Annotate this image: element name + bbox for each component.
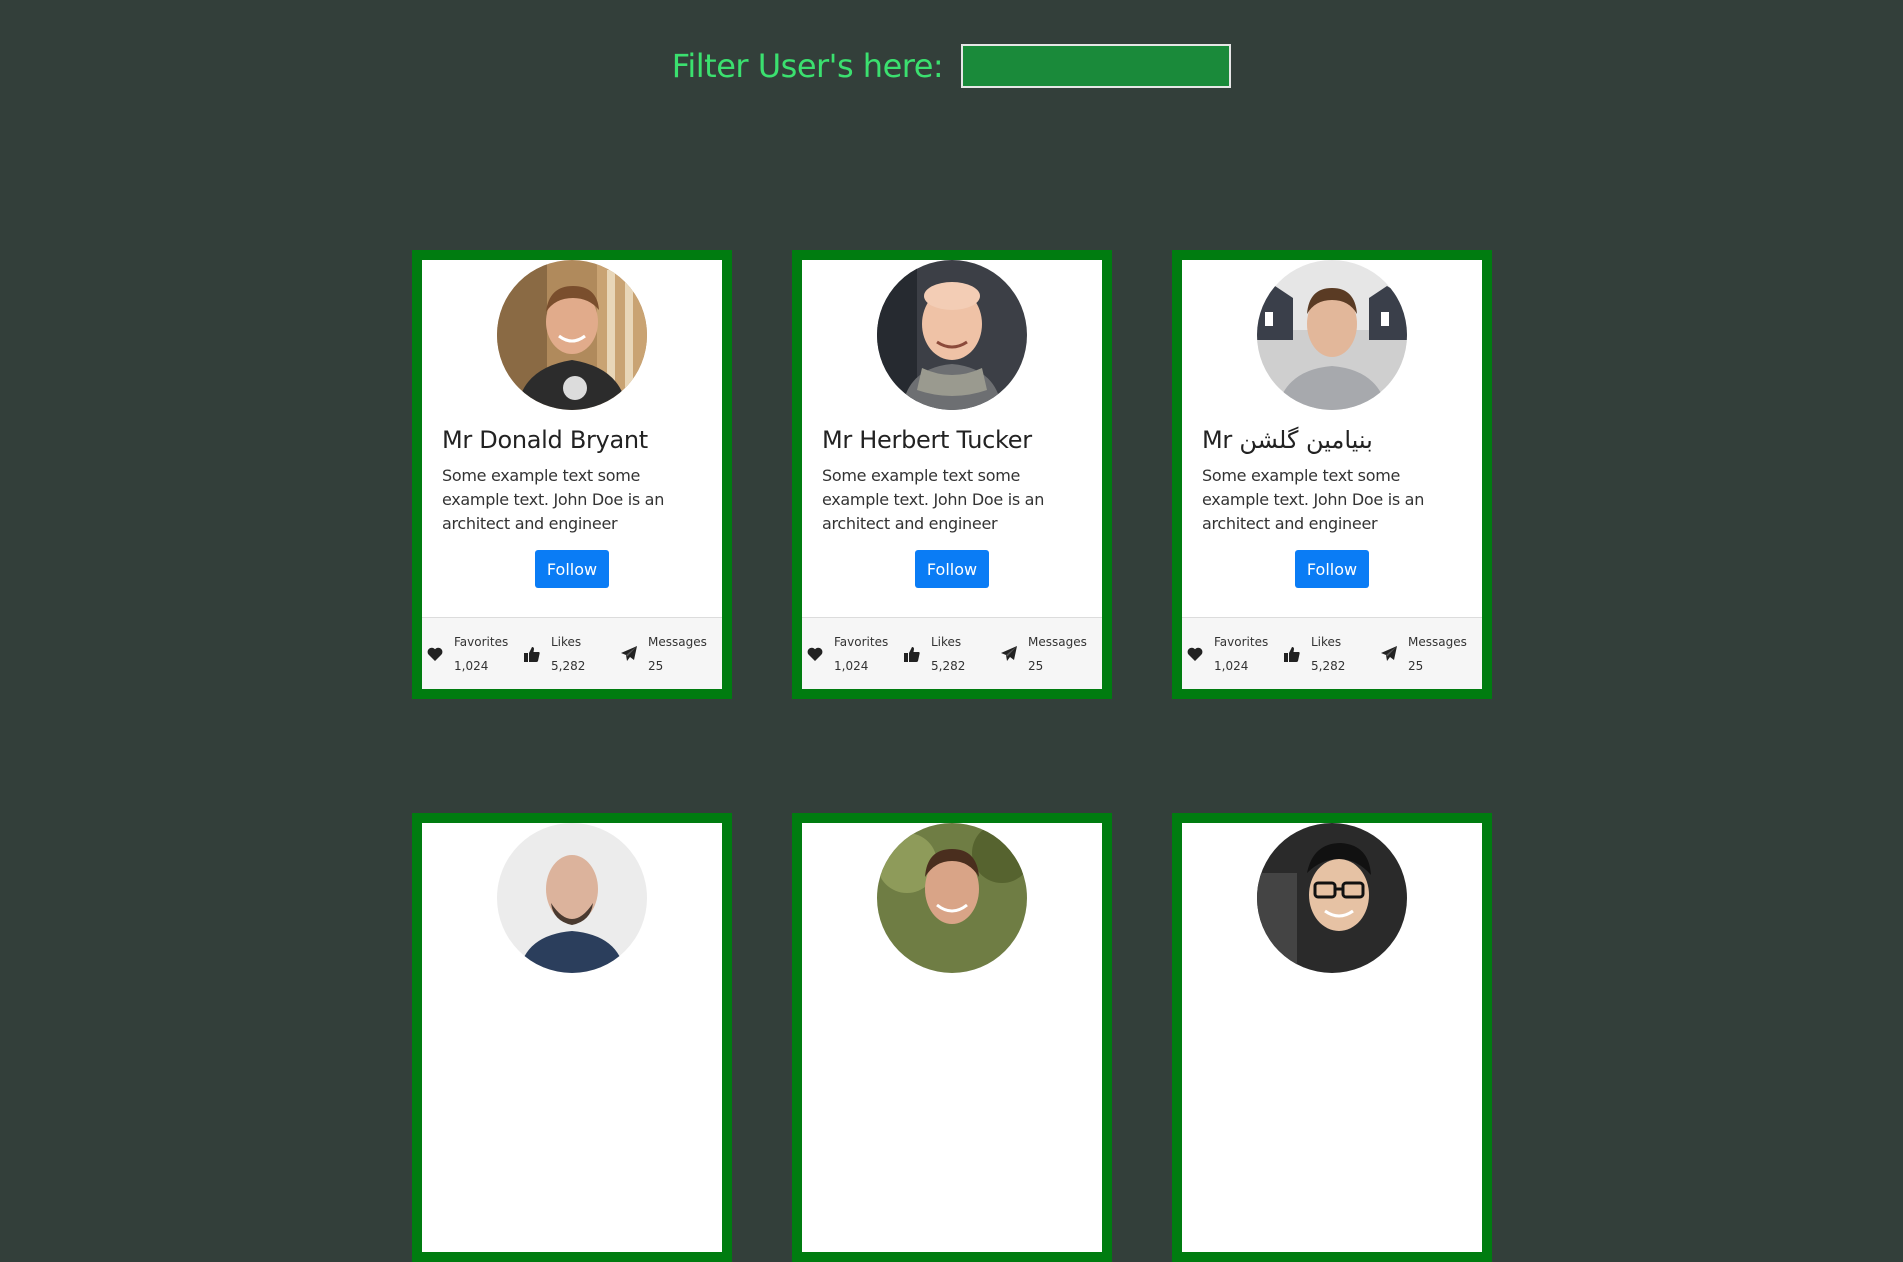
- stat-label: Messages: [1028, 634, 1087, 649]
- stat-label: Messages: [1408, 634, 1467, 649]
- paper-plane-icon: [1000, 645, 1018, 663]
- card-footer: Favorites 1,024 Likes 5,282 Messages 25: [422, 617, 722, 689]
- stat-messages: Messages 25: [1376, 630, 1473, 678]
- stat-likes: Likes 5,282: [899, 630, 996, 678]
- card-description: Some example text some example text. Joh…: [1202, 466, 1425, 533]
- card-footer: Favorites 1,024 Likes 5,282 Messages 25: [1182, 617, 1482, 689]
- card-description: Some example text some example text. Joh…: [442, 466, 665, 533]
- stat-value: 1,024: [454, 658, 489, 673]
- filter-bar: Filter User's here:: [0, 44, 1903, 88]
- paper-plane-icon: [1380, 645, 1398, 663]
- user-card: [792, 813, 1112, 1262]
- stat-favorites: Favorites 1,024: [422, 630, 519, 678]
- heart-icon: [426, 645, 444, 663]
- stat-value: 25: [1028, 658, 1044, 673]
- card-name: Mr Donald Bryant: [442, 426, 648, 454]
- stat-value: 1,024: [1214, 658, 1249, 673]
- stat-value: 5,282: [931, 658, 966, 673]
- filter-input[interactable]: [961, 44, 1232, 88]
- paper-plane-icon: [620, 645, 638, 663]
- card-footer: Favorites 1,024 Likes 5,282 Messages 25: [802, 617, 1102, 689]
- stat-value: 1,024: [834, 658, 869, 673]
- thumbs-up-icon: [903, 645, 921, 663]
- user-card: Mr بنیامین گلشن Some example text some e…: [1172, 250, 1492, 699]
- filter-label: Filter User's here:: [671, 47, 944, 85]
- avatar: [1257, 260, 1407, 410]
- stat-messages: Messages 25: [616, 630, 713, 678]
- user-card: Mr Herbert Tucker Some example text some…: [792, 250, 1112, 699]
- card-name: Mr Herbert Tucker: [822, 426, 1032, 454]
- stat-label: Likes: [931, 634, 962, 649]
- follow-button[interactable]: Follow: [914, 550, 990, 588]
- stat-value: 5,282: [551, 658, 586, 673]
- stat-label: Favorites: [454, 634, 509, 649]
- stat-likes: Likes 5,282: [519, 630, 616, 678]
- stat-value: 5,282: [1311, 658, 1346, 673]
- heart-icon: [806, 645, 824, 663]
- heart-icon: [1186, 645, 1204, 663]
- card-name: Mr بنیامین گلشن: [1202, 426, 1373, 454]
- avatar: [1257, 823, 1407, 973]
- stat-label: Messages: [648, 634, 707, 649]
- follow-button[interactable]: Follow: [1294, 550, 1370, 588]
- stat-favorites: Favorites 1,024: [802, 630, 899, 678]
- stat-label: Likes: [551, 634, 582, 649]
- avatar: [497, 823, 647, 973]
- stat-label: Favorites: [834, 634, 889, 649]
- stat-label: Favorites: [1214, 634, 1269, 649]
- stat-likes: Likes 5,282: [1279, 630, 1376, 678]
- follow-button[interactable]: Follow: [534, 550, 610, 588]
- avatar: [877, 823, 1027, 973]
- thumbs-up-icon: [1283, 645, 1301, 663]
- stat-value: 25: [1408, 658, 1424, 673]
- card-description: Some example text some example text. Joh…: [822, 466, 1045, 533]
- stat-messages: Messages 25: [996, 630, 1093, 678]
- user-card: Mr Donald Bryant Some example text some …: [412, 250, 732, 699]
- stat-value: 25: [648, 658, 664, 673]
- avatar: [877, 260, 1027, 410]
- user-card: [412, 813, 732, 1262]
- user-card: [1172, 813, 1492, 1262]
- thumbs-up-icon: [523, 645, 541, 663]
- avatar: [497, 260, 647, 410]
- stat-label: Likes: [1311, 634, 1342, 649]
- stat-favorites: Favorites 1,024: [1182, 630, 1279, 678]
